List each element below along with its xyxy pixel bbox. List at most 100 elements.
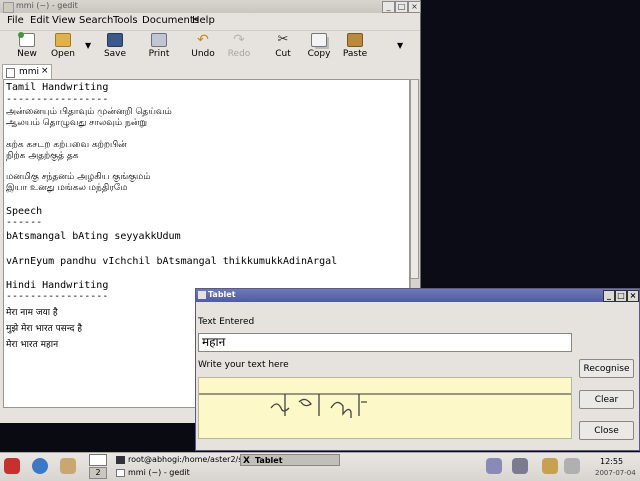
redo-arrow-icon: ↷ xyxy=(233,32,245,48)
tablet-window: Tablet _ □ × Text Entered महान Write you… xyxy=(195,288,640,451)
paste-button-label: Paste xyxy=(342,49,368,59)
desktop-background xyxy=(421,0,640,287)
document-tabs: mmi × xyxy=(0,62,420,79)
print-button[interactable]: Print xyxy=(142,33,176,59)
handwriting-canvas[interactable] xyxy=(198,377,572,439)
clear-button[interactable]: Clear xyxy=(579,390,634,409)
tab-close-icon[interactable]: × xyxy=(41,66,49,76)
editor-line: मेरा नाम जया है xyxy=(6,308,58,318)
editor-line: bAtsmangal bAting seyyakkUdum xyxy=(6,231,181,242)
gedit-window-icon xyxy=(3,2,14,13)
redo-button[interactable]: ↷ Redo xyxy=(222,33,256,59)
tab-label: mmi xyxy=(19,67,40,77)
new-document-icon xyxy=(18,32,35,47)
minimize-icon[interactable]: _ xyxy=(603,290,615,302)
menu-search[interactable]: Search xyxy=(79,15,113,26)
taskbar-item-label: mmi (~) - gedit xyxy=(128,468,190,477)
scissors-icon: ✂ xyxy=(277,32,289,47)
close-icon[interactable]: × xyxy=(408,1,421,13)
copy-icon xyxy=(311,33,327,47)
tab-mmi[interactable]: mmi × xyxy=(2,64,52,79)
menu-view[interactable]: View xyxy=(52,15,76,26)
undo-button-label: Undo xyxy=(191,49,215,59)
redhat-menu-icon[interactable] xyxy=(4,458,20,474)
cut-button-label: Cut xyxy=(275,49,291,59)
new-button[interactable]: New xyxy=(10,32,44,59)
print-button-label: Print xyxy=(148,49,170,59)
menu-documents[interactable]: Documents xyxy=(142,15,199,26)
copy-button[interactable]: Copy xyxy=(302,33,336,59)
editor-line: இயா உனது மங்கல மந்திரமே xyxy=(6,183,128,193)
handwriting-strokes xyxy=(199,393,571,418)
mail-icon[interactable] xyxy=(60,458,76,474)
toolbar-overflow-chevron-down-icon[interactable]: ▼ xyxy=(397,41,403,50)
menu-edit[interactable]: Edit xyxy=(30,15,49,26)
paste-button[interactable]: Paste xyxy=(338,33,372,59)
write-text-label: Write your text here xyxy=(198,360,289,370)
menu-file[interactable]: File xyxy=(7,15,24,26)
close-icon[interactable]: × xyxy=(627,290,639,302)
redo-button-label: Redo xyxy=(227,49,251,59)
copy-button-label: Copy xyxy=(307,49,331,59)
editor-line: ஆலயம் தொழுவது சாலவும் நன்று xyxy=(6,118,148,128)
clock-date: 2007-07-04 xyxy=(595,469,636,477)
taskbar-item-label: root@abhogi:/home/aster2/sv xyxy=(128,455,240,464)
undo-arrow-icon: ↶ xyxy=(197,32,209,48)
pen-tray-icon[interactable] xyxy=(486,458,502,474)
tablet-window-title: Tablet xyxy=(208,290,236,299)
open-button-label: Open xyxy=(50,49,76,59)
save-button-label: Save xyxy=(103,49,127,59)
text-entered-field[interactable]: महान xyxy=(198,333,572,352)
editor-line: मेरा भारत महान xyxy=(6,340,59,350)
editor-line: ----------------- xyxy=(6,94,109,105)
maximize-icon[interactable]: □ xyxy=(395,1,408,13)
editor-line: ----------------- xyxy=(6,291,109,302)
editor-line: மனமிகு சந்தனம் அழகிய குங்குமம் xyxy=(6,172,151,182)
terminal-icon xyxy=(116,456,125,464)
printer-icon xyxy=(151,33,167,47)
keyboard-icon[interactable] xyxy=(564,458,580,474)
maximize-icon[interactable]: □ xyxy=(615,290,627,302)
open-recent-chevron-down-icon[interactable]: ▼ xyxy=(85,41,91,50)
taskbar-item-label: Tablet xyxy=(255,456,283,465)
document-icon xyxy=(6,68,15,78)
clock-time[interactable]: 12:55 xyxy=(600,457,623,466)
editor-line: Speech xyxy=(6,206,43,217)
open-folder-icon xyxy=(55,33,71,47)
taskbar-item-tablet[interactable]: X Tablet xyxy=(240,454,340,466)
bottom-panel: 2 root@abhogi:/home/aster2/sv X Tablet m… xyxy=(0,452,640,481)
menu-help[interactable]: Help xyxy=(192,15,215,26)
taskbar-item-terminal[interactable]: root@abhogi:/home/aster2/sv xyxy=(114,454,240,466)
new-button-label: New xyxy=(17,49,37,59)
editor-line: Hindi Handwriting xyxy=(6,280,109,291)
editor-line: நிற்க அதற்குத் தக xyxy=(6,151,79,161)
menu-tools[interactable]: Tools xyxy=(113,15,138,26)
gedit-icon xyxy=(116,469,125,477)
toolbar: New Open ▼ Save Print ↶ Undo ↷ Redo ✂ Cu… xyxy=(0,30,420,63)
show-desktop-icon[interactable] xyxy=(89,454,107,466)
taskbar-item-gedit[interactable]: mmi (~) - gedit xyxy=(114,467,240,479)
text-entered-label: Text Entered xyxy=(198,317,255,327)
recognise-button[interactable]: Recognise xyxy=(579,359,634,378)
menubar: File Edit View Search Tools Documents He… xyxy=(0,14,420,29)
save-disk-icon xyxy=(107,33,123,47)
paste-clipboard-icon xyxy=(347,33,363,47)
save-button[interactable]: Save xyxy=(98,33,132,59)
cut-button[interactable]: ✂ Cut xyxy=(266,32,300,60)
close-button[interactable]: Close xyxy=(579,421,634,440)
web-browser-icon[interactable] xyxy=(32,458,48,474)
editor-line: Tamil Handwriting xyxy=(6,82,109,93)
workspace-switcher[interactable]: 2 xyxy=(89,467,107,479)
gedit-titlebar[interactable]: mmi (~) - gedit _ □ × xyxy=(0,0,421,13)
editor-scrollbar-thumb[interactable] xyxy=(410,79,419,279)
pen-settings-icon[interactable] xyxy=(512,458,528,474)
open-button[interactable]: Open xyxy=(46,33,80,59)
notes-icon[interactable] xyxy=(542,458,558,474)
tablet-window-icon xyxy=(198,291,206,299)
tablet-titlebar[interactable]: Tablet _ □ × xyxy=(196,289,639,302)
undo-button[interactable]: ↶ Undo xyxy=(186,33,220,59)
editor-line: அன்னையும் பிதாவும் முன்னறி தெய்வம் xyxy=(6,107,172,117)
editor-line: मुझे मेरा भारत पसन्द है xyxy=(6,324,83,334)
minimize-icon[interactable]: _ xyxy=(382,1,395,13)
editor-line: கற்க கசடற கற்பவை கற்றபின் xyxy=(6,140,127,150)
